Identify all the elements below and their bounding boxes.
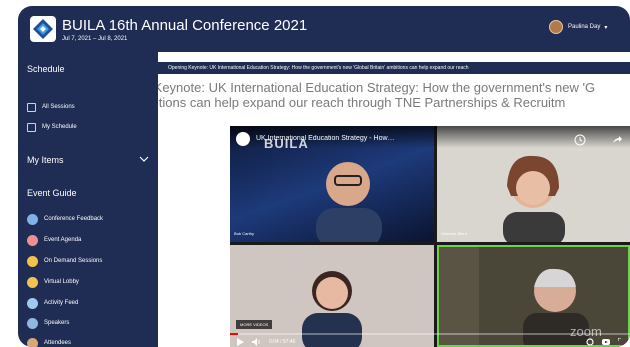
event-guide-heading: Event Guide xyxy=(27,188,77,198)
video-title[interactable]: UK International Education Strategy - Ho… xyxy=(256,135,396,142)
avatar xyxy=(549,20,563,34)
on-demand-icon xyxy=(27,255,38,267)
tile-name: Bob Carthy xyxy=(234,231,255,236)
zoom-watermark: zoom xyxy=(570,324,602,339)
lobby-icon xyxy=(27,276,38,288)
share-label: Share xyxy=(613,148,622,152)
sidebar-item-all-sessions[interactable]: All Sessions xyxy=(27,100,75,114)
more-videos-button[interactable]: MORE VIDEOS xyxy=(236,320,273,329)
top-bar: BUILA 16th Annual Conference 2021 Jul 7,… xyxy=(18,6,630,52)
sidebar: Schedule All Sessions My Schedule My Ite… xyxy=(18,52,158,347)
conference-dates: Jul 7, 2021 – Jul 8, 2021 xyxy=(62,36,128,42)
activity-icon xyxy=(27,297,38,309)
app-window: BUILA 16th Annual Conference 2021 Jul 7,… xyxy=(18,6,630,347)
chevron-down-icon: ▾ xyxy=(604,24,608,31)
sidebar-item-label: Speakers xyxy=(44,320,70,326)
watch-later-icon[interactable] xyxy=(574,134,586,146)
sidebar-item-conference-feedback[interactable]: Conference Feedback xyxy=(27,212,103,226)
user-menu[interactable]: Paulina Day ▾ xyxy=(549,19,607,35)
sidebar-item-activity-feed[interactable]: Activity Feed xyxy=(27,296,78,310)
sidebar-item-virtual-lobby[interactable]: Virtual Lobby xyxy=(27,275,79,289)
sidebar-item-label: Attendees xyxy=(44,340,72,346)
attendees-icon xyxy=(27,337,38,347)
video-controls: 0:04 / 57:46 xyxy=(236,337,295,347)
agenda-icon xyxy=(27,234,38,246)
session-title: Opening Keynote: UK International Educat… xyxy=(158,80,630,110)
session-title-line-2: ambitions can help expand our reach thro… xyxy=(158,95,566,110)
video-player[interactable]: Bob Carthy Vivienne Stern BUILA UK Inter… xyxy=(230,126,630,347)
fullscreen-icon[interactable] xyxy=(618,338,626,346)
schedule-heading: Schedule xyxy=(27,64,65,74)
channel-logo-icon[interactable] xyxy=(236,132,250,146)
my-items-heading[interactable]: My Items xyxy=(27,155,64,165)
settings-icon[interactable] xyxy=(586,338,594,346)
conference-title: BUILA 16th Annual Conference 2021 xyxy=(62,17,308,34)
share-icon[interactable] xyxy=(611,134,623,146)
youtube-icon[interactable] xyxy=(602,338,610,346)
sidebar-item-event-agenda[interactable]: Event Agenda xyxy=(27,233,81,247)
chevron-down-icon[interactable] xyxy=(139,154,149,164)
feedback-icon xyxy=(27,213,38,225)
calendar-check-icon xyxy=(27,122,36,132)
speaker-silhouette xyxy=(302,271,362,347)
buila-logo-icon xyxy=(30,16,56,42)
play-icon[interactable] xyxy=(236,338,244,346)
session-title-line-1: Opening Keynote: UK International Educat… xyxy=(158,80,596,95)
sidebar-item-speakers[interactable]: Speakers xyxy=(27,316,69,330)
user-name: Paulina Day xyxy=(568,24,601,30)
sidebar-item-label: On Demand Sessions xyxy=(44,258,103,264)
tile-name: Vivienne Stern xyxy=(441,231,467,236)
sidebar-item-my-schedule[interactable]: My Schedule xyxy=(27,120,77,134)
calendar-icon xyxy=(27,102,36,112)
sidebar-item-label: Activity Feed xyxy=(44,300,79,306)
sidebar-item-label: Conference Feedback xyxy=(44,216,104,222)
sidebar-item-label: All Sessions xyxy=(42,104,75,110)
video-progress-fill xyxy=(230,333,238,335)
sidebar-item-on-demand-sessions[interactable]: On Demand Sessions xyxy=(27,254,102,268)
session-title-strip: Opening Keynote: UK International Educat… xyxy=(158,62,630,74)
video-tile-3 xyxy=(230,245,434,347)
volume-icon[interactable] xyxy=(252,338,261,346)
watch-later-label: Watch later xyxy=(567,148,583,152)
sidebar-item-label: Event Agenda xyxy=(44,237,82,243)
video-time: 0:04 / 57:46 xyxy=(269,339,296,345)
sidebar-item-attendees[interactable]: Attendees xyxy=(27,336,71,347)
sidebar-item-label: Virtual Lobby xyxy=(44,279,79,285)
speakers-icon xyxy=(27,317,38,329)
sidebar-item-label: My Schedule xyxy=(42,124,77,130)
main-content: Opening Keynote: UK International Educat… xyxy=(158,52,630,347)
